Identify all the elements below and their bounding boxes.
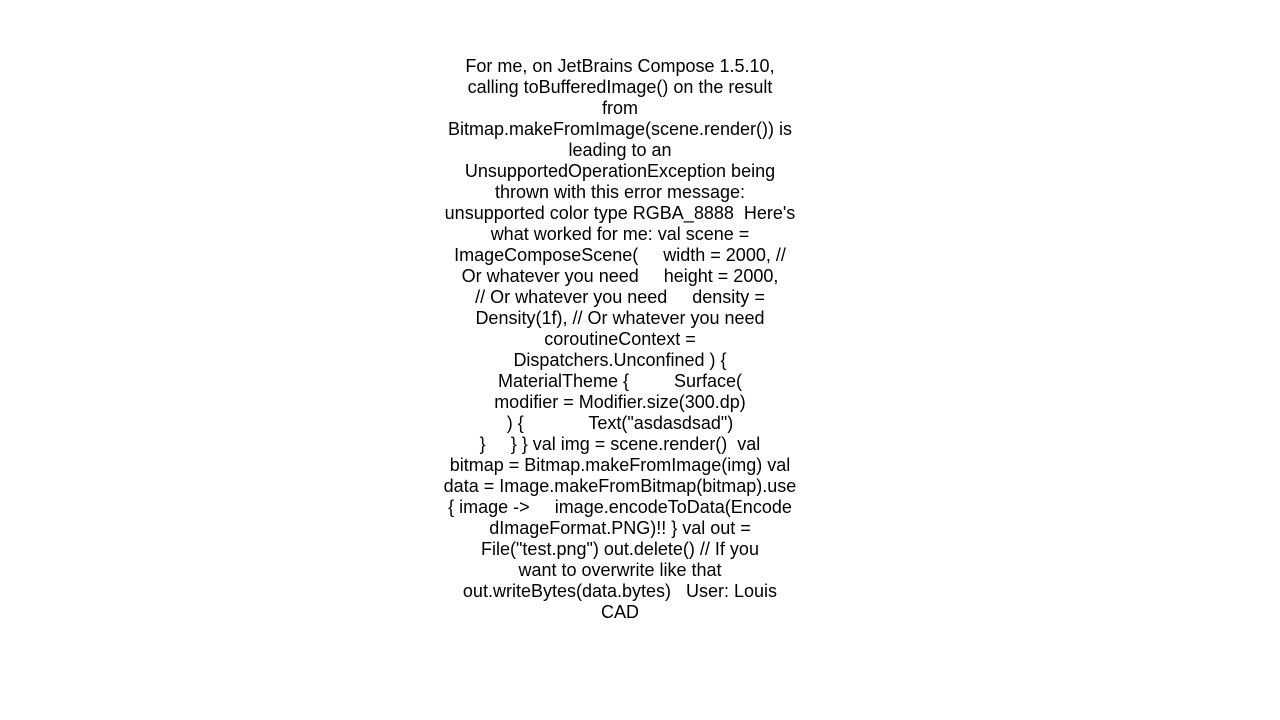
text-line: thrown with this error message: (494, 182, 746, 202)
text-line: Or whatever you need height = 2000, (461, 266, 779, 286)
text-line: want to overwrite like that (518, 560, 722, 580)
text-line: // Or whatever you need density = (475, 287, 765, 307)
text-line: Bitmap.makeFromImage(scene.render()) is (447, 119, 793, 139)
text-line: File("test.png") out.delete() // If you (481, 539, 759, 559)
text-line: coroutineContext = (544, 329, 696, 349)
text-line: For me, on JetBrains Compose 1.5.10, (465, 56, 775, 76)
text-line: leading to an (568, 140, 672, 160)
text-line: bitmap = Bitmap.makeFromImage(img) val (449, 455, 791, 475)
text-line: ImageComposeScene( width = 2000, // (454, 245, 786, 265)
text-line: modifier = Modifier.size(300.dp) (494, 392, 746, 412)
text-line: from (602, 98, 638, 118)
text-line: } } } val img = scene.render() val (479, 434, 761, 454)
text-line: { image -> image.encodeToData(Encode (448, 497, 792, 517)
text-line: data = Image.makeFromBitmap(bitmap).use (443, 476, 797, 496)
text-line: what worked for me: val scene = (490, 224, 750, 244)
text-line: UnsupportedOperationException being (464, 161, 776, 181)
text-line: unsupported color type RGBA_8888 Here's (444, 203, 796, 223)
author-line: CAD (600, 602, 639, 622)
text-line: out.writeBytes(data.bytes) User: Louis (462, 581, 778, 601)
text-line: ) { Text("asdasdsad") (506, 413, 734, 433)
text-line: dImageFormat.PNG)!! } val out = (489, 518, 751, 538)
text-line: calling toBufferedImage() on the result (467, 77, 773, 97)
text-line: Dispatchers.Unconfined ) { (513, 350, 727, 370)
text-line: MaterialTheme { Surface( (497, 371, 743, 391)
post-text-block: For me, on JetBrains Compose 1.5.10, cal… (440, 56, 800, 623)
text-line: Density(1f), // Or whatever you need (475, 308, 765, 328)
